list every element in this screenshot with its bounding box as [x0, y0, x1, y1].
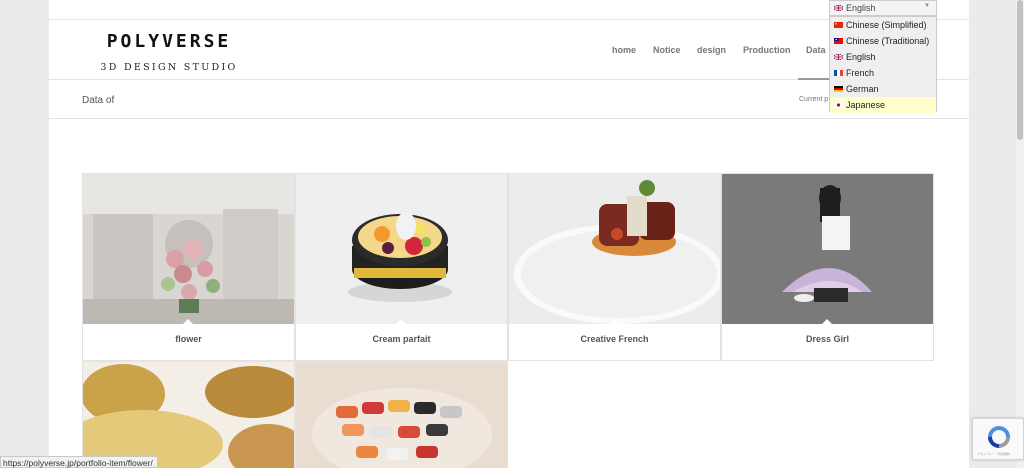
portfolio-caption[interactable]: Cream parfait [296, 334, 507, 344]
nav-item-production[interactable]: Production [743, 45, 791, 55]
nav-item-design[interactable]: design [697, 45, 726, 55]
nav-item-home[interactable]: home [612, 45, 636, 55]
uk-flag-icon [834, 5, 843, 11]
language-dropdown-list: Chinese (Simplified) Chinese (Traditiona… [829, 16, 937, 113]
portfolio-item-sushi[interactable] [295, 361, 508, 468]
caption-notch [183, 319, 193, 324]
language-selected: English [846, 3, 876, 13]
caption-notch [609, 319, 619, 324]
language-option-chinese-simplified[interactable]: Chinese (Simplified) [830, 17, 936, 33]
dress-girl-image[interactable] [722, 174, 933, 324]
france-flag-icon [834, 70, 843, 76]
page-scrollbar[interactable] [1016, 0, 1024, 468]
sushi-image[interactable] [296, 362, 507, 468]
portfolio-item-flower[interactable]: flower [82, 173, 295, 361]
portfolio-item-bread[interactable] [82, 361, 295, 468]
flower-image[interactable] [83, 174, 294, 324]
language-select[interactable]: English ▼ [829, 0, 937, 16]
status-bar-url: https://polyverse.jp/portfolio-item/flow… [0, 456, 158, 468]
portfolio-caption[interactable]: flower [83, 334, 294, 344]
site-logo[interactable]: POLYVERSE 3D DESIGN STUDIO [99, 31, 239, 73]
recaptcha-icon [988, 426, 1010, 448]
portfolio-caption[interactable]: Creative French [509, 334, 720, 344]
portfolio-item-dress-girl[interactable]: Dress Girl [721, 173, 934, 361]
scrollbar-thumb[interactable] [1017, 0, 1023, 140]
language-option-french[interactable]: French [830, 65, 936, 81]
nav-item-notice[interactable]: Notice [653, 45, 681, 55]
cream-parfait-image[interactable] [296, 174, 507, 324]
recaptcha-badge[interactable]: プライバシー・利用規約 [972, 418, 1024, 460]
caption-notch [822, 319, 832, 324]
bread-image[interactable] [83, 362, 294, 468]
germany-flag-icon [834, 86, 843, 92]
breadcrumb: Current p [799, 96, 829, 103]
page-title: Data of [82, 95, 115, 106]
portfolio-item-cream-parfait[interactable]: Cream parfait [295, 173, 508, 361]
uk-flag-icon [834, 54, 843, 60]
nav-item-data[interactable]: Data [806, 45, 826, 55]
chevron-down-icon: ▼ [924, 3, 930, 9]
logo-name: POLYVERSE [106, 31, 232, 52]
portfolio-caption[interactable]: Dress Girl [722, 334, 933, 344]
language-option-chinese-traditional[interactable]: Chinese (Traditional) [830, 33, 936, 49]
taiwan-flag-icon [834, 38, 843, 44]
portfolio-item-creative-french[interactable]: Creative French [508, 173, 721, 361]
language-option-german[interactable]: German [830, 81, 936, 97]
language-option-english[interactable]: English [830, 49, 936, 65]
japan-flag-icon [834, 102, 843, 108]
recaptcha-text: プライバシー・利用規約 [977, 452, 1010, 456]
logo-tagline: 3D DESIGN STUDIO [100, 62, 238, 73]
language-option-japanese[interactable]: Japanese [830, 97, 936, 113]
creative-french-image[interactable] [509, 174, 720, 324]
china-flag-icon [834, 22, 843, 28]
caption-notch [396, 319, 406, 324]
